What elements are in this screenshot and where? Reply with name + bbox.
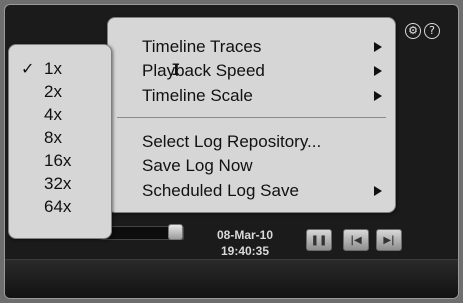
speed-option-2x[interactable]: 2x [9,80,111,103]
settings-icon[interactable]: ⚙ [405,23,421,39]
context-menu: Timeline Traces Playback Speed Timeline … [107,17,396,213]
playback-time: 19:40:35 [220,244,270,258]
menu-item-label: Scheduled Log Save [142,181,299,200]
step-forward-icon: ▶| [383,234,395,246]
menu-item-label: Timeline Scale [142,86,253,105]
menu-item-select-log-repository[interactable]: Select Log Repository... [108,130,395,154]
menu-item-timeline-scale[interactable]: Timeline Scale [108,84,395,108]
submenu-arrow-icon [374,66,382,76]
speed-option-label: 4x [44,105,62,124]
step-back-icon: |◀ [350,234,362,246]
speed-option-label: 8x [44,128,62,147]
playback-date: 08-Mar-10 [216,228,274,242]
step-forward-button[interactable]: ▶| [376,229,402,251]
text-cursor-icon: I [171,60,181,79]
speed-option-label: 32x [44,174,72,193]
menu-separator [117,117,386,118]
timeline-slider-thumb[interactable] [168,224,183,240]
pause-button[interactable]: ❚❚ [306,229,332,251]
help-icon[interactable]: ? [424,23,440,39]
speed-option-64x[interactable]: 64x [9,195,111,218]
speed-option-label: 16x [44,151,72,170]
menu-item-label: Select Log Repository... [142,132,322,151]
menu-item-scheduled-log-save[interactable]: Scheduled Log Save [108,179,395,203]
playback-datetime: 08-Mar-10 19:40:35 [210,227,280,259]
speed-option-label: 2x [44,82,62,101]
menu-item-save-log-now[interactable]: Save Log Now [108,154,395,178]
speed-option-32x[interactable]: 32x [9,172,111,195]
menu-item-playback-speed[interactable]: Playback Speed [108,59,395,83]
menu-item-label: Save Log Now [142,156,253,175]
speed-option-4x[interactable]: 4x [9,103,111,126]
speed-option-label: 64x [44,197,72,216]
header-icons: ⚙ ? [405,23,440,39]
submenu-arrow-icon [374,91,382,101]
step-back-button[interactable]: |◀ [343,229,369,251]
speed-option-label: 1x [44,59,62,78]
control-bar [5,259,458,298]
submenu-arrow-icon [374,42,382,52]
submenu-arrow-icon [374,186,382,196]
pause-icon: ❚❚ [310,234,328,246]
menu-item-label: Playback Speed [142,61,265,80]
speed-option-8x[interactable]: 8x [9,126,111,149]
playback-speed-submenu: ✓ 1x 2x 4x 8x 16x 32x 64x [8,44,112,239]
check-icon: ✓ [21,59,35,78]
speed-option-16x[interactable]: 16x [9,149,111,172]
menu-item-timeline-traces[interactable]: Timeline Traces [108,35,395,59]
menu-item-label: Timeline Traces [142,37,262,56]
speed-option-1x[interactable]: ✓ 1x [9,57,111,80]
